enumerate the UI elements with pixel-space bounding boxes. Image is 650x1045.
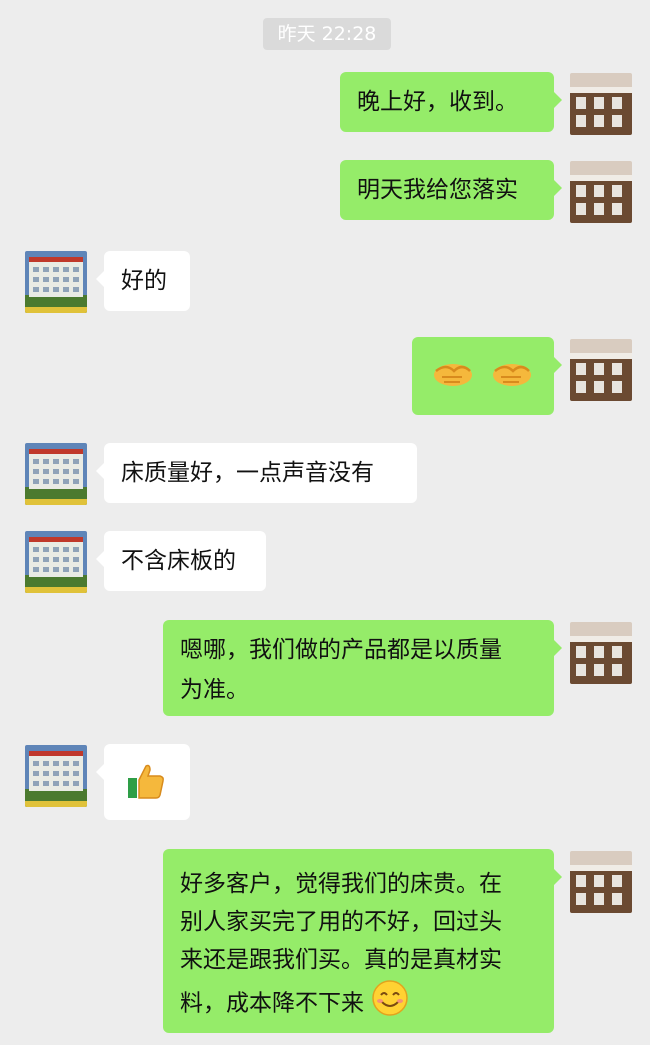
- avatar-contact[interactable]: [25, 531, 87, 593]
- avatar-contact[interactable]: [25, 251, 87, 313]
- message-bubble-incoming[interactable]: 不含床板的: [96, 531, 266, 591]
- building-avatar-icon: [570, 73, 632, 135]
- message-bubble-outgoing[interactable]: 明天我给您落实: [340, 160, 562, 220]
- thumbs-up-emoji-icon: [126, 760, 168, 815]
- avatar-contact[interactable]: [25, 745, 87, 807]
- message-text: 不含床板的: [121, 548, 236, 574]
- message-text-line: 料，成本降不下来: [180, 990, 364, 1017]
- building-avatar-icon: [570, 339, 632, 401]
- message-text: 好的: [121, 268, 167, 294]
- avatar-self[interactable]: [570, 339, 632, 401]
- handshake-emoji-icon: [432, 353, 474, 408]
- handshake-emoji-icon: [491, 353, 533, 408]
- message-text: 床质量好，一点声音没有: [121, 460, 374, 486]
- building-avatar-icon: [570, 622, 632, 684]
- message-bubble-incoming[interactable]: [96, 744, 190, 820]
- hotel-avatar-icon: [25, 443, 87, 505]
- hotel-avatar-icon: [25, 531, 87, 593]
- message-text-line: 来还是跟我们买。真的是真材实: [180, 947, 502, 973]
- building-avatar-icon: [570, 161, 632, 223]
- avatar-self[interactable]: [570, 851, 632, 913]
- building-avatar-icon: [570, 851, 632, 913]
- message-text-line: 好多客户，觉得我们的床贵。在: [180, 871, 502, 897]
- hotel-avatar-icon: [25, 745, 87, 807]
- timestamp-label: 昨天 22:28: [263, 18, 391, 50]
- avatar-self[interactable]: [570, 622, 632, 684]
- message-text: 明天我给您落实: [357, 177, 518, 203]
- message-bubble-outgoing[interactable]: [412, 337, 562, 415]
- message-bubble-outgoing[interactable]: 好多客户，觉得我们的床贵。在 别人家买完了用的不好，回过头 来还是跟我们买。真的…: [163, 849, 562, 1033]
- smile-emoji-icon: [371, 979, 409, 1029]
- message-text-line: 别人家买完了用的不好，回过头: [180, 909, 502, 935]
- hotel-avatar-icon: [25, 251, 87, 313]
- message-bubble-incoming[interactable]: 床质量好，一点声音没有: [96, 443, 417, 503]
- message-bubble-outgoing[interactable]: 嗯哪，我们做的产品都是以质量 为准。: [163, 620, 562, 716]
- message-bubble-outgoing[interactable]: 晚上好，收到。: [340, 72, 562, 132]
- avatar-self[interactable]: [570, 73, 632, 135]
- message-text-line: 为准。: [180, 677, 249, 703]
- message-text: 晚上好，收到。: [357, 89, 518, 115]
- message-text-line: 嗯哪，我们做的产品都是以质量: [180, 637, 502, 663]
- message-bubble-incoming[interactable]: 好的: [96, 251, 190, 311]
- avatar-contact[interactable]: [25, 443, 87, 505]
- avatar-self[interactable]: [570, 161, 632, 223]
